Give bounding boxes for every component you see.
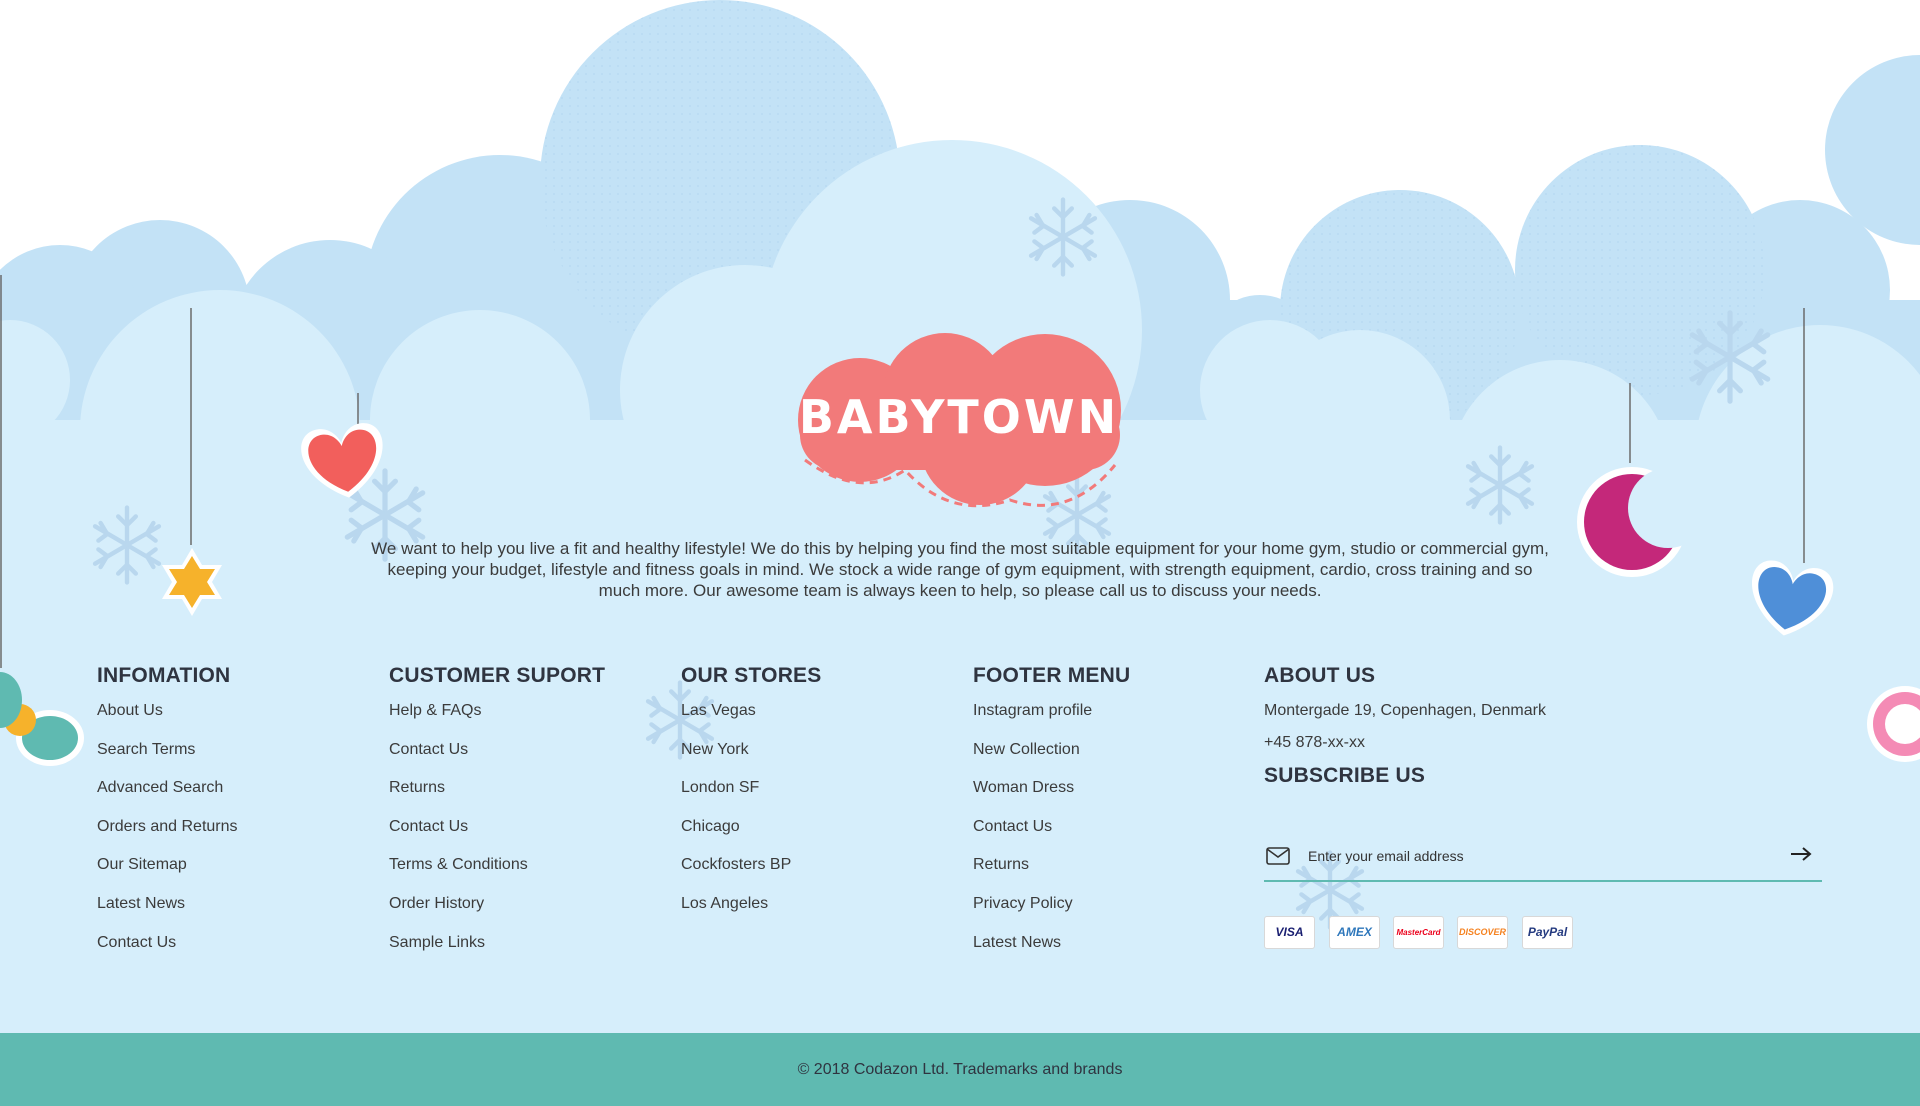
- footer-link[interactable]: Chicago: [681, 816, 821, 855]
- footer-link[interactable]: Privacy Policy: [973, 893, 1130, 932]
- footer-link[interactable]: Latest News: [973, 932, 1130, 971]
- footer-link[interactable]: Order History: [389, 893, 605, 932]
- footer-link[interactable]: Orders and Returns: [97, 816, 238, 855]
- discover-card: DISCOVER: [1457, 916, 1508, 949]
- footer-link[interactable]: New York: [681, 739, 821, 778]
- footer-link[interactable]: Woman Dress: [973, 777, 1130, 816]
- footer-link[interactable]: Returns: [973, 854, 1130, 893]
- mastercard-card: MasterCard: [1393, 916, 1444, 949]
- footer-menu-column: FOOTER MENU Instagram profile New Collec…: [973, 664, 1130, 970]
- customer-support-column: CUSTOMER SUPORT Help & FAQs Contact Us R…: [389, 664, 605, 970]
- footer-link[interactable]: Returns: [389, 777, 605, 816]
- our-stores-column: OUR STORES Las Vegas New York London SF …: [681, 664, 821, 932]
- column-title: CUSTOMER SUPORT: [389, 664, 606, 687]
- copyright-text: © 2018 Codazon Ltd. Trademarks and brand…: [797, 1061, 1123, 1078]
- footer-link[interactable]: Terms & Conditions: [389, 854, 605, 893]
- email-input[interactable]: [1308, 842, 1768, 870]
- footer-link[interactable]: New Collection: [973, 739, 1130, 778]
- intro-text: We want to help you live a fit and healt…: [371, 539, 1549, 600]
- column-title: FOOTER MENU: [973, 664, 1131, 687]
- footer-link[interactable]: Advanced Search: [97, 777, 238, 816]
- footer-link[interactable]: Contact Us: [389, 816, 605, 855]
- visa-card: VISA: [1264, 916, 1315, 949]
- column-title: OUR STORES: [681, 664, 822, 687]
- amex-card: AMEX: [1329, 916, 1380, 949]
- footer-link[interactable]: Contact Us: [973, 816, 1130, 855]
- arrow-right-icon[interactable]: [1790, 846, 1812, 867]
- column-title: INFOMATION: [97, 664, 231, 687]
- column-title: ABOUT US: [1264, 664, 1376, 687]
- footer-link[interactable]: Our Sitemap: [97, 854, 238, 893]
- footer-link[interactable]: Contact Us: [97, 932, 238, 971]
- footer-link[interactable]: London SF: [681, 777, 821, 816]
- footer-link[interactable]: Los Angeles: [681, 893, 821, 932]
- information-column: INFOMATION About Us Search Terms Advance…: [97, 664, 238, 970]
- address-text: Montergade 19, Copenhagen, Denmark: [1264, 702, 1546, 719]
- footer-link[interactable]: Instagram profile: [973, 700, 1130, 739]
- mail-icon: [1266, 846, 1290, 871]
- footer-link[interactable]: Sample Links: [389, 932, 605, 971]
- footer-link[interactable]: Latest News: [97, 893, 238, 932]
- about-column: ABOUT US Montergade 19, Copenhagen, Denm…: [1264, 664, 1546, 800]
- phone-text: +45 878-xx-xx: [1264, 734, 1365, 751]
- footer-link[interactable]: Cockfosters BP: [681, 854, 821, 893]
- footer-link[interactable]: Las Vegas: [681, 700, 821, 739]
- footer-link[interactable]: Help & FAQs: [389, 700, 605, 739]
- subscribe-form: [1264, 836, 1822, 882]
- logo-text[interactable]: BABYTOWN: [792, 390, 1126, 444]
- subscribe-title: SUBSCRIBE US: [1264, 764, 1426, 787]
- footer-link[interactable]: About Us: [97, 700, 238, 739]
- footer-link[interactable]: Contact Us: [389, 739, 605, 778]
- footer-link[interactable]: Search Terms: [97, 739, 238, 778]
- paypal-card: PayPal: [1522, 916, 1573, 949]
